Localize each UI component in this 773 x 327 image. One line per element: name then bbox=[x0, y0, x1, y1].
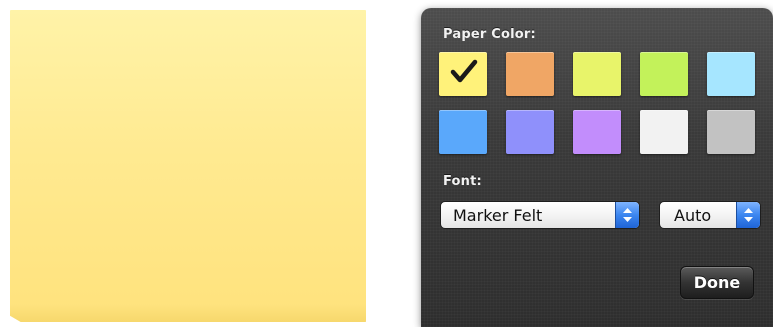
swatch-periwinkle[interactable] bbox=[506, 110, 554, 154]
updown-arrows-icon bbox=[736, 202, 760, 228]
swatch-light-yellow-green[interactable] bbox=[573, 52, 621, 96]
font-label: Font: bbox=[443, 174, 482, 189]
done-button[interactable]: Done bbox=[680, 266, 754, 299]
paper-color-swatches bbox=[439, 52, 759, 160]
font-popup-value: Marker Felt bbox=[453, 206, 543, 225]
swatch-gray[interactable] bbox=[707, 110, 755, 154]
swatch-orange[interactable] bbox=[506, 52, 554, 96]
font-size-popup-button[interactable]: Auto bbox=[659, 201, 761, 229]
swatch-lime-green[interactable] bbox=[640, 52, 688, 96]
swatch-white[interactable] bbox=[640, 110, 688, 154]
font-popup-button[interactable]: Marker Felt bbox=[440, 201, 640, 229]
font-size-popup-value: Auto bbox=[674, 206, 712, 225]
paper-color-label: Paper Color: bbox=[443, 27, 536, 42]
widget-stage: Paper Color: Font: Marker Felt Auto Done bbox=[0, 0, 773, 327]
updown-arrows-icon bbox=[615, 202, 639, 228]
checkmark-icon bbox=[450, 59, 478, 83]
settings-panel: Paper Color: Font: Marker Felt Auto Done bbox=[421, 8, 773, 327]
swatch-blue[interactable] bbox=[439, 110, 487, 154]
swatch-yellow[interactable] bbox=[439, 52, 487, 96]
swatch-lavender[interactable] bbox=[573, 110, 621, 154]
sticky-note[interactable] bbox=[10, 10, 366, 322]
swatch-light-blue[interactable] bbox=[707, 52, 755, 96]
